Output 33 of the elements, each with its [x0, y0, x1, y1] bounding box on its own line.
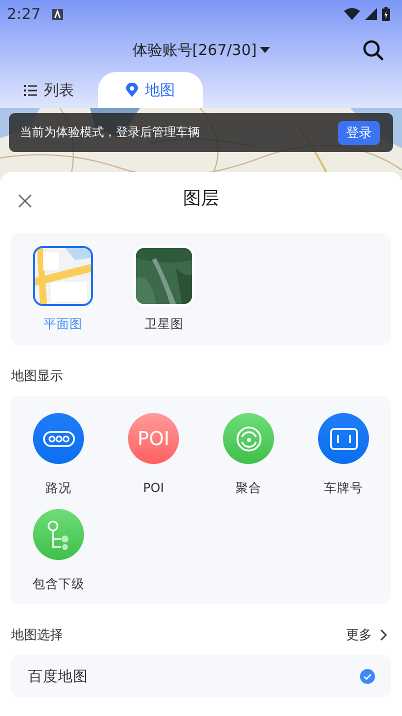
search-icon[interactable]: [362, 39, 384, 61]
layer-label: 平面图: [44, 316, 82, 333]
tree-icon[interactable]: [33, 509, 84, 560]
layer-label: 卫星图: [144, 316, 184, 333]
section-title: 地图显示: [11, 368, 64, 385]
more-link[interactable]: 更多: [346, 626, 391, 644]
target-icon[interactable]: [223, 413, 274, 464]
plate-icon[interactable]: [318, 413, 369, 464]
login-button[interactable]: 登录: [338, 120, 380, 144]
close-icon[interactable]: [18, 194, 32, 208]
display-label: 路况: [46, 480, 72, 497]
wifi-icon: [344, 8, 360, 20]
status-time: 2:27: [7, 5, 41, 23]
display-label: POI: [142, 480, 164, 495]
display-label: 车牌号: [324, 480, 363, 497]
map-option[interactable]: 百度地图: [11, 655, 391, 697]
signal-icon: [365, 8, 377, 20]
caret-icon: [260, 47, 270, 53]
chevron-icon: [380, 629, 387, 641]
pin-icon: [126, 83, 138, 97]
section-title: 地图选择: [11, 627, 63, 644]
tab[interactable]: 地图: [98, 72, 203, 108]
layer-thumbnail[interactable]: [33, 246, 93, 306]
display-label: 包含下级: [32, 576, 84, 593]
sheet-title: 图层: [183, 187, 219, 210]
list-icon: [24, 84, 37, 96]
account-dropdown[interactable]: 体验账号[267/30]: [132, 40, 270, 60]
traffic-icon[interactable]: [33, 413, 84, 464]
toast-message: 当前为体验模式，登录后管理车辆: [20, 124, 200, 141]
notification-icon: [52, 8, 63, 20]
battery-icon: [382, 7, 390, 21]
display-label: 聚合: [236, 480, 262, 497]
tab[interactable]: 列表: [14, 72, 84, 108]
